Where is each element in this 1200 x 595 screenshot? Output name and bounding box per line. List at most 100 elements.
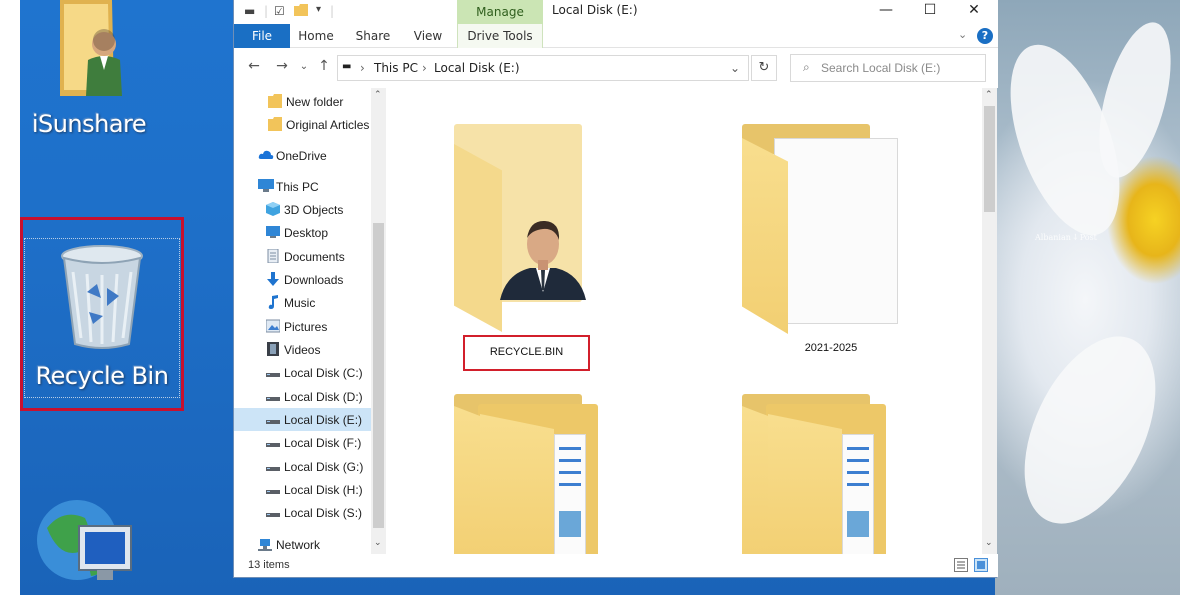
desktop-icon-network[interactable] <box>30 488 140 595</box>
sidebar-item-videos[interactable]: Videos <box>234 338 371 361</box>
sidebar-item-local-disk-s[interactable]: Local Disk (S:) <box>234 501 371 524</box>
drive-icon <box>266 365 280 379</box>
scroll-up-chevron-icon[interactable]: ⌃ <box>374 90 382 100</box>
sidebar-item-label: OneDrive <box>276 149 327 163</box>
sidebar-item-desktop[interactable]: Desktop <box>234 221 371 244</box>
large-icons-view-icon[interactable] <box>974 558 988 572</box>
person-photo-thumbnail <box>500 220 586 300</box>
sidebar-item-label: Downloads <box>284 273 344 287</box>
film-icon <box>266 342 280 356</box>
tab-home[interactable]: Home <box>294 24 338 48</box>
refresh-button[interactable]: ↻ <box>751 55 777 81</box>
breadcrumb-separator[interactable]: › <box>422 61 427 75</box>
scroll-down-chevron-icon[interactable]: ⌄ <box>985 538 993 548</box>
folder-documents-1[interactable] <box>454 394 604 554</box>
desktop-icon-isunshare[interactable]: iSunshare <box>24 0 154 150</box>
address-bar[interactable]: ▬ › This PC › Local Disk (E:) ⌄ <box>337 55 749 81</box>
sidebar-item-label: 3D Objects <box>284 203 344 217</box>
search-box[interactable]: ⌕ <box>790 54 986 82</box>
breadcrumb-this-pc[interactable]: This PC <box>374 61 418 75</box>
content-scrollbar[interactable]: ⌃ ⌄ <box>982 88 997 554</box>
up-arrow-icon[interactable]: ↑ <box>314 58 334 74</box>
sidebar-item-label: Local Disk (F:) <box>284 436 362 450</box>
breadcrumb-local-disk-e[interactable]: Local Disk (E:) <box>434 61 520 75</box>
sidebar-item-label: Original Articles <box>286 118 370 132</box>
folder-label[interactable]: RECYCLE.BIN <box>463 346 590 358</box>
refresh-icon: ↻ <box>758 60 770 75</box>
tab-file[interactable]: File <box>234 24 290 48</box>
close-button[interactable]: ✕ <box>952 0 996 22</box>
tab-drive-tools[interactable]: Drive Tools <box>458 24 542 48</box>
search-input[interactable] <box>821 60 981 76</box>
sidebar-item-documents[interactable]: Documents <box>234 245 371 268</box>
network-globe-icon <box>37 500 132 580</box>
sidebar-item-local-disk-f[interactable]: Local Disk (F:) <box>234 431 371 454</box>
new-folder-icon[interactable] <box>294 4 308 19</box>
details-view-icon[interactable] <box>954 558 968 572</box>
back-arrow-icon[interactable]: ← <box>244 58 264 74</box>
sidebar-item-downloads[interactable]: Downloads <box>234 268 371 291</box>
folder-paper <box>774 138 898 324</box>
maximize-button[interactable]: ☐ <box>908 0 952 22</box>
folder-icon <box>268 117 282 131</box>
forward-arrow-icon[interactable]: → <box>272 58 292 74</box>
cloud-icon <box>258 148 274 162</box>
sidebar-item-this-pc[interactable]: This PC <box>234 175 371 198</box>
breadcrumb-separator[interactable]: › <box>360 61 365 75</box>
sidebar-item-music[interactable]: Music <box>234 291 371 314</box>
navigation-scroll-thumb[interactable] <box>373 223 384 528</box>
document-page <box>554 434 586 554</box>
tab-view[interactable]: View <box>406 24 450 48</box>
sidebar-item-3d-objects[interactable]: 3D Objects <box>234 198 371 221</box>
sidebar-item-local-disk-d[interactable]: Local Disk (D:) <box>234 385 371 408</box>
scroll-up-chevron-icon[interactable]: ⌃ <box>985 90 993 100</box>
tab-share[interactable]: Share <box>350 24 396 48</box>
address-row: ← → ⌄ ↑ ▬ › This PC › Local Disk (E:) ⌄ … <box>234 48 998 88</box>
drive-icon <box>266 459 280 473</box>
navigation-scrollbar[interactable]: ⌃ ⌄ <box>371 88 386 554</box>
sidebar-item-label: Desktop <box>284 226 329 240</box>
quick-access-dropdown-icon[interactable]: ▾ <box>316 4 321 15</box>
sidebar-item-original-articles[interactable]: Original Articles <box>234 113 371 136</box>
folder-front-flap <box>480 414 554 554</box>
drive-icon[interactable]: ▬ <box>244 4 255 18</box>
recent-locations-chevron-icon[interactable]: ⌄ <box>294 61 314 72</box>
document-page <box>842 434 874 554</box>
sidebar-item-local-disk-e[interactable]: Local Disk (E:) <box>234 408 371 431</box>
sidebar-item-onedrive[interactable]: OneDrive <box>234 144 371 167</box>
drive-icon <box>266 482 280 496</box>
sidebar-item-label: Local Disk (D:) <box>284 390 363 404</box>
tab-manage[interactable]: Manage <box>457 0 543 24</box>
contextual-tab-group: Drive Tools <box>457 24 543 48</box>
help-button[interactable]: ? <box>977 28 993 44</box>
sidebar-item-label: Local Disk (S:) <box>284 506 363 520</box>
folder-label[interactable]: 2021-2025 <box>766 342 896 354</box>
scroll-down-chevron-icon[interactable]: ⌄ <box>374 538 382 548</box>
sidebar-item-label: Music <box>284 296 316 310</box>
folder-front-flap <box>454 144 502 332</box>
expand-ribbon-chevron-icon[interactable]: ⌄ <box>958 28 967 41</box>
sidebar-item-local-disk-c[interactable]: Local Disk (C:) <box>234 361 371 384</box>
sidebar-item-local-disk-g[interactable]: Local Disk (G:) <box>234 455 371 478</box>
folder-recycle-bin[interactable] <box>454 124 586 334</box>
cube-icon <box>266 202 280 216</box>
sidebar-item-new-folder[interactable]: New folder <box>234 90 371 113</box>
minimize-button[interactable]: — <box>864 0 908 22</box>
sidebar-item-pictures[interactable]: Pictures <box>234 315 371 338</box>
content-scroll-thumb[interactable] <box>984 106 995 212</box>
separator: | <box>330 4 335 18</box>
folder-2021-2025[interactable] <box>742 124 902 334</box>
sidebar-item-local-disk-h[interactable]: Local Disk (H:) <box>234 478 371 501</box>
folder-front-flap <box>742 138 788 334</box>
properties-check-icon[interactable]: ☑ <box>274 4 285 18</box>
desktop-icon-recycle-bin[interactable]: Recycle Bin <box>20 240 184 400</box>
drive-icon <box>266 435 280 449</box>
sidebar-item-network[interactable]: Network <box>234 533 371 554</box>
navigation-pane: New folder Original Articles OneDrive This … <box>234 88 386 554</box>
recycle-bin-icon <box>61 245 143 349</box>
sidebar-item-label: This PC <box>276 180 319 194</box>
sidebar-item-label: New folder <box>286 95 344 109</box>
folder-documents-2[interactable] <box>742 394 892 554</box>
address-dropdown-chevron-icon[interactable]: ⌄ <box>730 61 740 75</box>
sidebar-item-label: Local Disk (C:) <box>284 366 363 380</box>
